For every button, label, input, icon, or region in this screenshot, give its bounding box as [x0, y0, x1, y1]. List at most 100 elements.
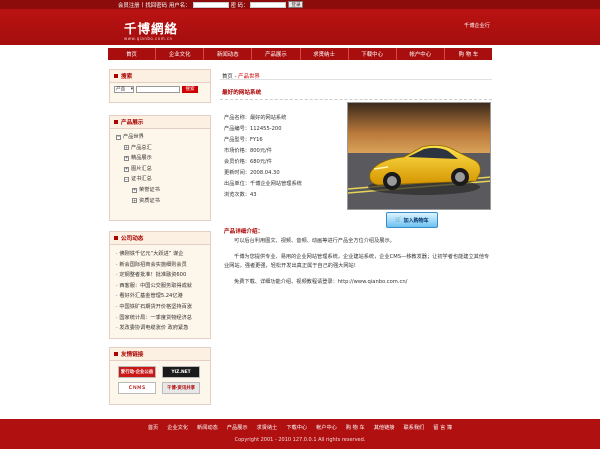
site-header: 千博網絡 www.qianbo.com.cn 千博企业行	[0, 9, 600, 45]
desc-paragraph: 可以后台利用图文、视频、音频、动画等进行产品全方位介绍及展示。	[234, 238, 395, 244]
expand-icon[interactable]: +	[124, 145, 129, 151]
product-description: 可以后台利用图文、视频、音频、动画等进行产品全方位介绍及展示。 千博为您提供专业…	[224, 237, 490, 293]
friend-links-box: 友情链接 爱行动·企业公益 YIZ.NET ＣＮＭＳ 千博·资讯共享	[109, 347, 211, 405]
product-car-illustration	[348, 103, 490, 209]
links-title: 友情链接	[121, 352, 144, 358]
username-input[interactable]	[192, 1, 229, 8]
tree-item[interactable]: + 产品总汇	[114, 143, 206, 154]
news-item[interactable]: 西客服：中国公交服务取得成就	[116, 281, 204, 292]
footer-link[interactable]: 求贤纳士	[257, 424, 278, 431]
bullet-icon	[114, 352, 118, 356]
tree-item[interactable]: + 荣誉证书	[114, 185, 206, 196]
tree-item[interactable]: + 精品展示	[114, 153, 206, 164]
search-box: 搜索 产品 ▾ 搜索	[109, 69, 211, 103]
product-detail: 首页 - 产品世界 最好的网站系统 产品名称：最好的网站系统 产品编号：1124…	[220, 69, 492, 285]
footer-link[interactable]: 产品展示	[227, 424, 248, 431]
products-title: 产品展示	[121, 120, 144, 126]
footer-link[interactable]: 首页	[148, 424, 158, 431]
copyright: Copyright 2001 - 2010 127.0.0.1 All righ…	[0, 431, 600, 449]
friend-link-banner[interactable]: YIZ.NET	[162, 366, 200, 378]
news-item[interactable]: 定钢整者批准！批准融资600	[116, 270, 204, 281]
password-label: 密 码：	[230, 2, 249, 9]
logo-url: www.qianbo.com.cn	[124, 36, 173, 41]
news-list: 佛刚铁千亿元“大跃进” 谋企 新会国际招商会实施细则会员 定钢整者批准！批准融资…	[110, 245, 210, 338]
search-category-select[interactable]: 产品 ▾	[114, 85, 134, 93]
news-item[interactable]: 发改委协调电缆涨价 政府紧急	[116, 323, 204, 334]
news-item[interactable]: 新会国际招商会实施细则会员	[116, 260, 204, 271]
desc-paragraph: 免费下载、详细功能介绍、视频教程请登录：http://www.qianbo.co…	[234, 278, 408, 285]
nav-item-culture[interactable]: 企业文化	[156, 48, 205, 60]
footer-link[interactable]: 企业文化	[167, 424, 188, 431]
expand-icon[interactable]: +	[132, 187, 137, 193]
spec-updated: 更新时间：2008.04.30	[224, 170, 280, 176]
spec-name: 产品名称：最好的网站系统	[224, 115, 287, 121]
tree-item[interactable]: + 图片汇总	[114, 164, 206, 175]
search-button[interactable]: 搜索	[182, 85, 198, 93]
site-logo[interactable]: 千博網絡	[124, 18, 178, 37]
footer-link[interactable]: 购 物 车	[346, 424, 365, 431]
footer-link[interactable]: 留 言 簿	[433, 424, 452, 431]
nav-item-news[interactable]: 新闻动态	[204, 48, 253, 60]
news-title: 公司动态	[121, 236, 144, 242]
desc-paragraph: 千博为您提供专业、易用的企业网站管理系统，企业建站系统，企业CMS—移教发器；让…	[224, 253, 490, 270]
footer-link[interactable]: 下载中心	[286, 424, 307, 431]
chevron-down-icon: ▾	[130, 86, 133, 92]
nav-item-jobs[interactable]: 求贤纳士	[301, 48, 349, 60]
spec-views: 浏览次数：43	[224, 192, 257, 198]
main-nav: 首页 企业文化 新闻动态 产品展示 求贤纳士 下载中心 帐户中心 购 物 车	[0, 45, 600, 63]
detail-heading: 产品详细介绍：	[224, 229, 264, 235]
link-separator: |	[141, 1, 144, 8]
collapse-icon[interactable]: −	[124, 177, 129, 183]
forgot-password-link[interactable]: 找回密码	[145, 1, 167, 9]
tree-item[interactable]: − 产品世界	[114, 132, 206, 143]
spec-member-price: 会员价格：680元/件	[224, 159, 272, 165]
news-item[interactable]: 国家统计局：一季度货物经济总	[116, 313, 204, 324]
footer-link[interactable]: 帐户中心	[316, 424, 337, 431]
product-spec-list: 产品名称：最好的网站系统 产品编号：112455-200 产品型号：FY16 市…	[224, 113, 302, 201]
spec-code: 产品编号：112455-200	[224, 126, 282, 132]
cart-icon: 🛒	[395, 217, 402, 223]
product-image[interactable]	[347, 102, 491, 210]
nav-item-products[interactable]: 产品展示	[252, 48, 301, 60]
username-label: 用户名：	[168, 2, 191, 9]
friend-link-banner[interactable]: ＣＮＭＳ	[118, 382, 156, 394]
password-input[interactable]	[250, 1, 287, 8]
search-title: 搜索	[121, 74, 133, 80]
news-item[interactable]: 看好外汇基金管理5.24亿港	[116, 291, 204, 302]
expand-icon[interactable]: +	[132, 198, 137, 204]
expand-icon[interactable]: +	[124, 166, 129, 172]
spec-market-price: 市场价格：800元/件	[224, 148, 272, 154]
add-to-cart-button[interactable]: 🛒 加入购物车	[386, 212, 438, 228]
login-button[interactable]: 登录	[288, 1, 304, 8]
nav-item-cart[interactable]: 购 物 车	[445, 48, 492, 60]
bullet-icon	[114, 236, 118, 240]
top-login-bar: 会员注册 | 找回密码 用户名： 密 码： 登录	[0, 0, 600, 9]
friend-link-banner[interactable]: 爱行动·企业公益	[118, 366, 156, 378]
product-title: 最好的网站系统	[220, 86, 492, 100]
friend-link-banner[interactable]: 千博·资讯共享	[162, 382, 200, 394]
header-slogan: 千博企业行	[464, 23, 490, 29]
breadcrumb-home[interactable]: 首页	[222, 74, 233, 80]
category-tree: − 产品世界 + 产品总汇 + 精品展示 + 图片汇总 − 证书汇总 + 荣誉证书 + 资质证…	[110, 129, 210, 209]
news-item[interactable]: 佛刚铁千亿元“大跃进” 谋企	[116, 249, 204, 260]
breadcrumb: 首页 - 产品世界	[220, 69, 492, 80]
spec-model: 产品型号：FY16	[224, 137, 263, 143]
bullet-icon	[114, 120, 118, 124]
footer-link[interactable]: 其他链接	[374, 424, 395, 431]
footer-link[interactable]: 联系我们	[403, 424, 424, 431]
bullet-icon	[114, 74, 118, 78]
nav-item-home[interactable]: 首页	[108, 48, 157, 60]
nav-item-account[interactable]: 帐户中心	[397, 48, 445, 60]
news-item[interactable]: 中国铁矿石期货开价格坚持百涨	[116, 302, 204, 313]
footer-link[interactable]: 新闻动态	[197, 424, 218, 431]
collapse-icon[interactable]: −	[116, 134, 121, 140]
company-news-box: 公司动态 佛刚铁千亿元“大跃进” 谋企 新会国际招商会实施细则会员 定钢整者批准…	[109, 231, 211, 339]
register-link[interactable]: 会员注册	[118, 1, 140, 9]
nav-item-downloads[interactable]: 下载中心	[349, 48, 397, 60]
spec-seller: 出品单位：千博企业网站管理系统	[224, 181, 302, 187]
tree-item[interactable]: − 证书汇总	[114, 174, 206, 185]
breadcrumb-current[interactable]: 产品世界	[238, 74, 260, 80]
search-input[interactable]	[136, 85, 180, 93]
tree-item[interactable]: + 资质证书	[114, 196, 206, 207]
expand-icon[interactable]: +	[124, 155, 129, 161]
